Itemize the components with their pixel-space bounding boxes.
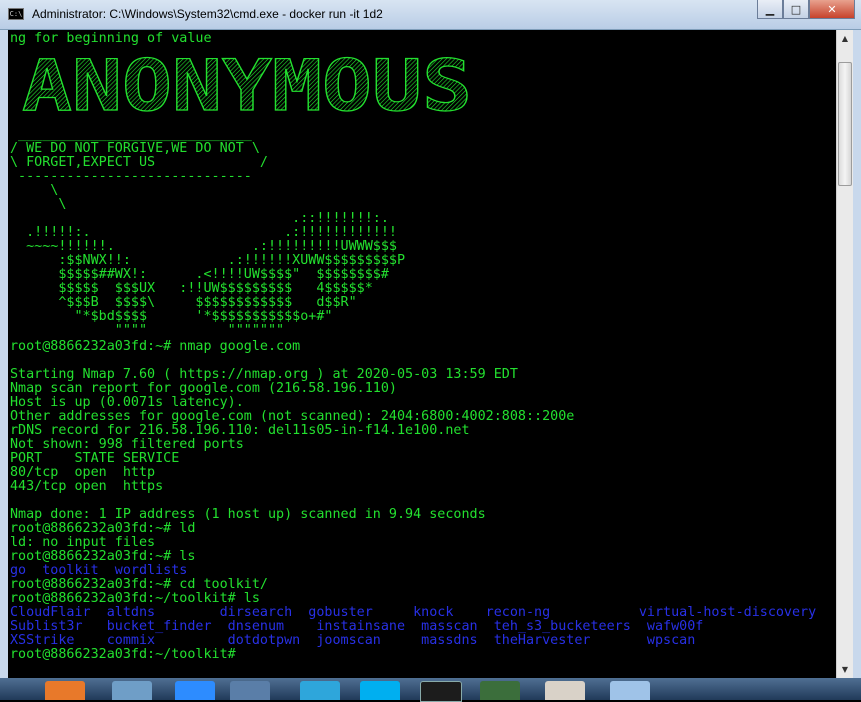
minimize-button[interactable]: ▁: [757, 0, 783, 19]
scroll-up-arrow-icon[interactable]: ▲: [837, 30, 853, 47]
window-right-frame: [853, 30, 861, 678]
window-left-frame: [0, 30, 8, 678]
task-manager-icon[interactable]: [480, 681, 520, 700]
network-icon[interactable]: [112, 681, 152, 700]
terminal-line: root@8866232a03fd:~# ld: [10, 521, 196, 536]
scrollbar-thumb[interactable]: [838, 62, 852, 186]
window-title: Administrator: C:\Windows\System32\cmd.e…: [32, 7, 383, 21]
terminal-line: PORT STATE SERVICE: [10, 451, 180, 466]
ascii-art-line: """" """"""": [10, 323, 285, 338]
banner-box-line: \: [10, 197, 67, 212]
toolkit-listing-row: XSStrike commix dotdotpwn joomscan massd…: [10, 633, 696, 648]
terminal-line: root@8866232a03fd:~# ls: [10, 549, 196, 564]
terminal-line: Starting Nmap 7.60 ( https://nmap.org ) …: [10, 367, 518, 382]
cmd-app-icon[interactable]: C:\: [8, 8, 24, 20]
toolkit-listing-row: Sublist3r bucket_finder dnsenum instains…: [10, 619, 704, 634]
terminal-line: ld: no input files: [10, 535, 156, 550]
taskbar: [0, 678, 861, 702]
window-titlebar[interactable]: C:\ Administrator: C:\Windows\System32\c…: [0, 0, 861, 30]
banner-box-line: \ FORGET,EXPECT US /: [10, 155, 268, 170]
svg-text:ANONYMOUS: ANONYMOUS: [22, 54, 472, 116]
ascii-art-line: :$$NWX!!: .:!!!!!!XUWW$$$$$$$$$P: [10, 253, 406, 268]
ls-output-dirs: go toolkit wordlists: [10, 563, 188, 578]
terminal-line: 80/tcp open http: [10, 465, 156, 480]
terminal-line: root@8866232a03fd:~/toolkit# ls: [10, 591, 260, 606]
window-controls: ▁ □ ✕: [757, 0, 855, 20]
banner-box-line: \: [10, 183, 59, 198]
terminal-line: Nmap scan report for google.com (216.58.…: [10, 381, 397, 396]
banner-box-line: -----------------------------: [10, 169, 252, 184]
ascii-art-line: "*$bd$$$$ '*$$$$$$$$$$$o+#": [10, 309, 333, 324]
terminal-line: Host is up (0.0071s latency).: [10, 395, 244, 410]
explorer-icon[interactable]: [610, 681, 650, 700]
ascii-art-line: ^$$$B $$$$\ $$$$$$$$$$$$ d$$R": [10, 295, 357, 310]
maximize-button[interactable]: □: [783, 0, 809, 19]
ascii-art-line: $$$$$##WX!: .<!!!!UW$$$$" $$$$$$$$#: [10, 267, 389, 282]
minimize-icon: ▁: [765, 2, 775, 16]
firefox-icon[interactable]: [45, 681, 85, 700]
ascii-art-line: .::!!!!!!!:.: [10, 211, 389, 226]
terminal-line: ng for beginning of value: [10, 31, 212, 46]
ascii-art-line: $$$$$ $$$UX :!!UW$$$$$$$$$ 4$$$$$*: [10, 281, 373, 296]
skype-icon[interactable]: [360, 681, 400, 700]
close-icon: ✕: [827, 2, 837, 16]
telegram-icon[interactable]: [300, 681, 340, 700]
toolkit-listing-row: CloudFlair altdns dirsearch gobuster kno…: [10, 605, 817, 620]
terminal-line: 443/tcp open https: [10, 479, 164, 494]
maximize-icon: □: [790, 2, 802, 16]
ascii-art-line: .!!!!!:. .:!!!!!!!!!!!!: [10, 225, 397, 240]
terminal-line: Nmap done: 1 IP address (1 host up) scan…: [10, 507, 486, 522]
banner-box-line: / WE DO NOT FORGIVE,WE DO NOT \: [10, 141, 260, 156]
banner-box-line: _____________________________: [10, 127, 252, 142]
cmd-icon[interactable]: [420, 681, 462, 702]
terminal-line: root@8866232a03fd:~# nmap google.com: [10, 339, 301, 354]
zoom-icon[interactable]: [175, 681, 215, 700]
terminal-line: Not shown: 998 filtered ports: [10, 437, 244, 452]
terminal-line: root@8866232a03fd:~# cd toolkit/: [10, 577, 268, 592]
terminal-line: Other addresses for google.com (not scan…: [10, 409, 575, 424]
wifi-icon[interactable]: [230, 681, 270, 700]
vertical-scrollbar[interactable]: ▲ ▼: [836, 30, 853, 678]
terminal-line: rDNS record for 216.58.196.110: del11s05…: [10, 423, 470, 438]
opera-icon[interactable]: [545, 681, 585, 700]
ascii-art-line: ~~~~!!!!!!. .:!!!!!!!!!UWWW$$$: [10, 239, 397, 254]
anonymous-ascii-logo: ANONYMOUS: [21, 54, 472, 116]
command-prompt[interactable]: root@8866232a03fd:~/toolkit#: [10, 648, 236, 662]
scroll-down-arrow-icon[interactable]: ▼: [837, 661, 853, 678]
terminal-output[interactable]: ng for beginning of value ANONYMOUS ____…: [8, 30, 835, 678]
close-button[interactable]: ✕: [809, 0, 855, 19]
